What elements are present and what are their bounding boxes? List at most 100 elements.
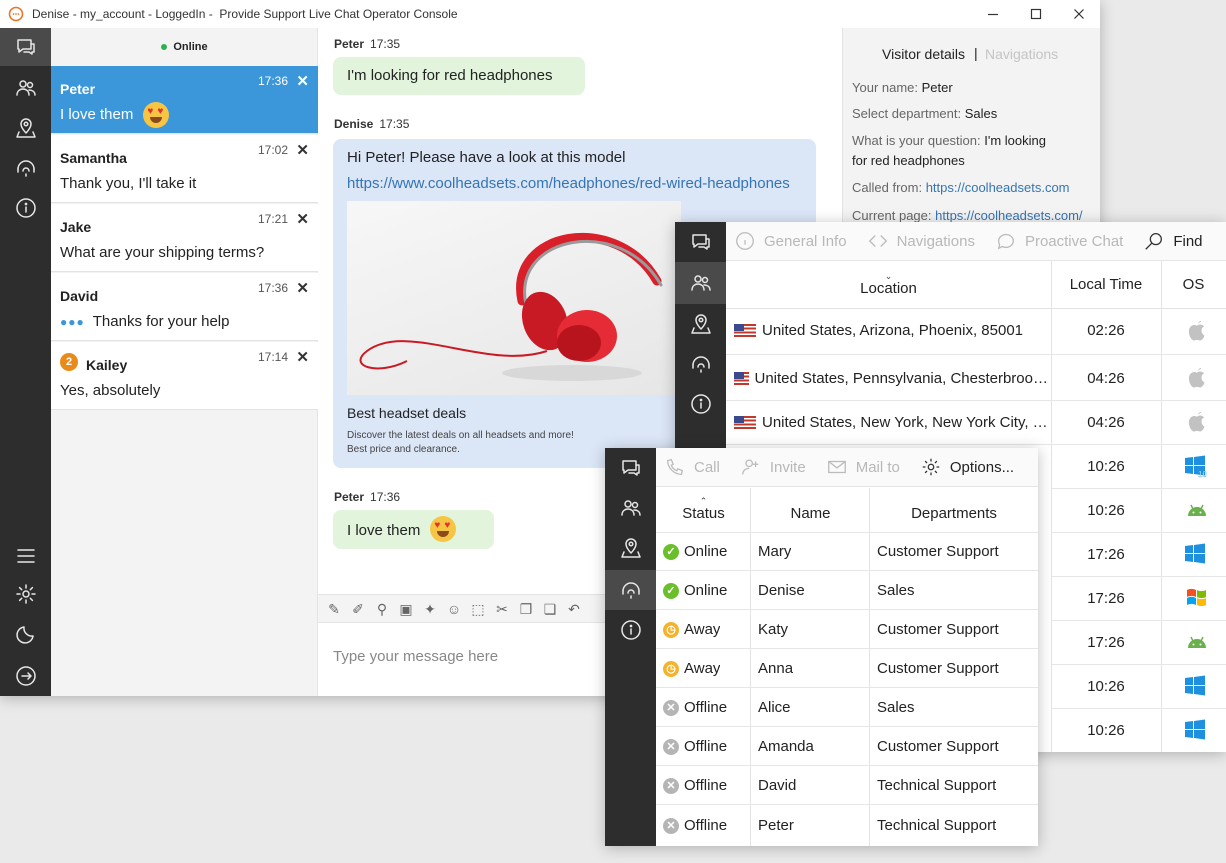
detail-current-page: Current page: https://coolheadsets.com/ xyxy=(852,208,1083,223)
maximize-button[interactable] xyxy=(1014,0,1058,28)
visitor-local-time[interactable]: 04:26 xyxy=(1051,400,1161,444)
call-button[interactable]: Call xyxy=(664,456,720,478)
map-nav[interactable] xyxy=(675,304,726,344)
visitor-local-time[interactable]: 02:26 xyxy=(1051,309,1161,352)
visitor-local-time[interactable]: 17:26 xyxy=(1051,620,1161,664)
visitors-nav[interactable] xyxy=(675,262,726,304)
canned-response-icon[interactable]: ✎ xyxy=(326,601,342,617)
info-nav[interactable] xyxy=(675,384,726,424)
tab-visitor-details[interactable]: Visitor details xyxy=(882,46,965,62)
table-row[interactable]: ✓ Online Mary Customer Support xyxy=(656,532,1038,571)
attach-file-icon[interactable]: ⚲ xyxy=(374,601,390,617)
name-cell: Alice xyxy=(758,699,791,716)
copy-icon[interactable]: ❐ xyxy=(518,601,534,617)
apple-icon xyxy=(1188,321,1205,341)
cut-icon[interactable]: ✂ xyxy=(494,601,510,617)
department-cell: Sales xyxy=(877,699,915,716)
column-header-name[interactable]: Name xyxy=(751,488,870,538)
location-pin-icon xyxy=(690,314,711,334)
auto-text-icon[interactable]: ✐ xyxy=(350,601,366,617)
column-header-local-time[interactable]: Local Time xyxy=(1051,261,1161,309)
visitor-location[interactable]: United States, Pennsylvania, Chesterbroo… xyxy=(734,356,1048,400)
visitors-nav[interactable] xyxy=(605,488,656,528)
operator-status[interactable]: Online xyxy=(51,28,318,66)
windows-10-icon xyxy=(1185,675,1205,696)
hamburger-icon xyxy=(16,549,35,563)
chats-nav[interactable] xyxy=(0,28,51,66)
options-button[interactable]: Options... xyxy=(920,456,1014,478)
info-nav[interactable] xyxy=(605,610,656,650)
close-window-button[interactable] xyxy=(1057,0,1100,28)
close-chat-icon[interactable]: ✕ xyxy=(296,141,309,159)
visitor-local-time[interactable]: 17:26 xyxy=(1051,532,1161,576)
map-nav[interactable] xyxy=(0,108,51,148)
info-icon xyxy=(620,620,641,640)
close-chat-icon[interactable]: ✕ xyxy=(296,210,309,228)
column-header-location[interactable]: ⌄ Location xyxy=(726,261,1051,309)
visitor-local-time[interactable]: 10:26 xyxy=(1051,488,1161,532)
heart-eyes-emoji-icon: ♥ ♥ xyxy=(430,516,457,542)
select-all-icon[interactable]: ⬚ xyxy=(470,601,486,617)
offline-status-icon: ✕ xyxy=(663,817,679,834)
chats-nav[interactable] xyxy=(675,222,726,262)
general-info-button[interactable]: General Info xyxy=(734,230,847,252)
product-link[interactable]: https://www.coolheadsets.com/headphones/… xyxy=(347,175,790,192)
visitor-location[interactable]: United States, Arizona, Phoenix, 85001 xyxy=(734,309,1048,352)
paste-icon[interactable]: ❏ xyxy=(542,601,558,617)
department-cell: Technical Support xyxy=(877,777,997,794)
visitor-local-time[interactable]: 17:26 xyxy=(1051,576,1161,620)
proactive-chat-button[interactable]: Proactive Chat xyxy=(995,230,1123,252)
operators-sidebar xyxy=(605,448,656,846)
chat-item-peter[interactable]: Peter 17:36 ✕ I love them ♥ ♥ xyxy=(51,66,318,134)
column-header-departments[interactable]: Departments xyxy=(870,488,1038,538)
find-button[interactable]: Find xyxy=(1143,230,1203,252)
table-row[interactable]: ◷ Away Katy Customer Support xyxy=(656,610,1038,649)
windows-xp-icon xyxy=(1187,588,1206,607)
table-row[interactable]: ◷ Away Anna Customer Support xyxy=(656,649,1038,688)
online-status-icon: ✓ xyxy=(663,582,679,599)
message-input[interactable]: Type your message here xyxy=(333,648,498,665)
navigations-button[interactable]: Navigations xyxy=(867,230,975,252)
table-row[interactable]: ✕ Offline Amanda Customer Support xyxy=(656,727,1038,766)
operators-nav[interactable] xyxy=(605,570,656,610)
visitor-local-time[interactable]: 10:26 xyxy=(1051,664,1161,708)
chat-item-samantha[interactable]: Samantha 17:02 ✕ Thank you, I'll take it xyxy=(51,135,318,203)
table-row[interactable]: ✕ Offline David Technical Support xyxy=(656,766,1038,805)
map-nav[interactable] xyxy=(605,528,656,568)
undo-icon[interactable]: ↶ xyxy=(566,601,582,617)
tab-navigations[interactable]: Navigations xyxy=(985,46,1058,62)
column-header-os[interactable]: OS xyxy=(1161,261,1226,309)
chats-nav[interactable] xyxy=(605,448,656,488)
invite-button[interactable]: Invite xyxy=(740,456,806,478)
column-header-status[interactable]: ⌃ Status xyxy=(656,488,751,532)
table-row[interactable]: ✕ Offline Peter Technical Support xyxy=(656,805,1038,846)
close-chat-icon[interactable]: ✕ xyxy=(296,72,309,90)
mail-to-button[interactable]: Mail to xyxy=(826,456,900,478)
visitors-nav[interactable] xyxy=(0,68,51,108)
visitor-local-time[interactable]: 04:26 xyxy=(1051,356,1161,400)
menu-button[interactable] xyxy=(0,536,51,576)
send-picture-icon[interactable]: ✦ xyxy=(422,601,438,617)
visitor-location[interactable]: United States, New York, New York City, … xyxy=(734,400,1048,444)
table-row[interactable]: ✕ Offline Alice Sales xyxy=(656,688,1038,727)
moon-icon xyxy=(15,626,34,644)
away-mode-button[interactable] xyxy=(0,614,51,654)
close-chat-icon[interactable]: ✕ xyxy=(296,348,309,366)
window-title: Denise - my_account - LoggedIn - Provide… xyxy=(32,7,458,21)
minimize-button[interactable] xyxy=(971,0,1015,28)
chat-item-david[interactable]: David 17:36 ✕ ●●● Thanks for your help xyxy=(51,273,318,341)
settings-button[interactable] xyxy=(0,574,51,614)
chat-item-jake[interactable]: Jake 17:21 ✕ What are your shipping term… xyxy=(51,204,318,272)
operators-nav[interactable] xyxy=(0,148,51,188)
table-row[interactable]: ✓ Online Denise Sales xyxy=(656,571,1038,610)
visitor-local-time[interactable]: 10:26 xyxy=(1051,708,1161,752)
info-nav[interactable] xyxy=(0,188,51,228)
chat-item-kailey[interactable]: 2 Kailey 17:14 ✕ Yes, absolutely xyxy=(51,342,318,410)
visitor-local-time[interactable]: 10:26 xyxy=(1051,444,1161,488)
chat-item-time: 17:14 xyxy=(257,350,288,364)
send-image-icon[interactable]: ▣ xyxy=(398,601,414,617)
logout-button[interactable] xyxy=(0,656,51,696)
close-chat-icon[interactable]: ✕ xyxy=(296,279,309,297)
emoji-icon[interactable]: ☺ xyxy=(446,601,462,617)
operators-nav[interactable] xyxy=(675,344,726,384)
